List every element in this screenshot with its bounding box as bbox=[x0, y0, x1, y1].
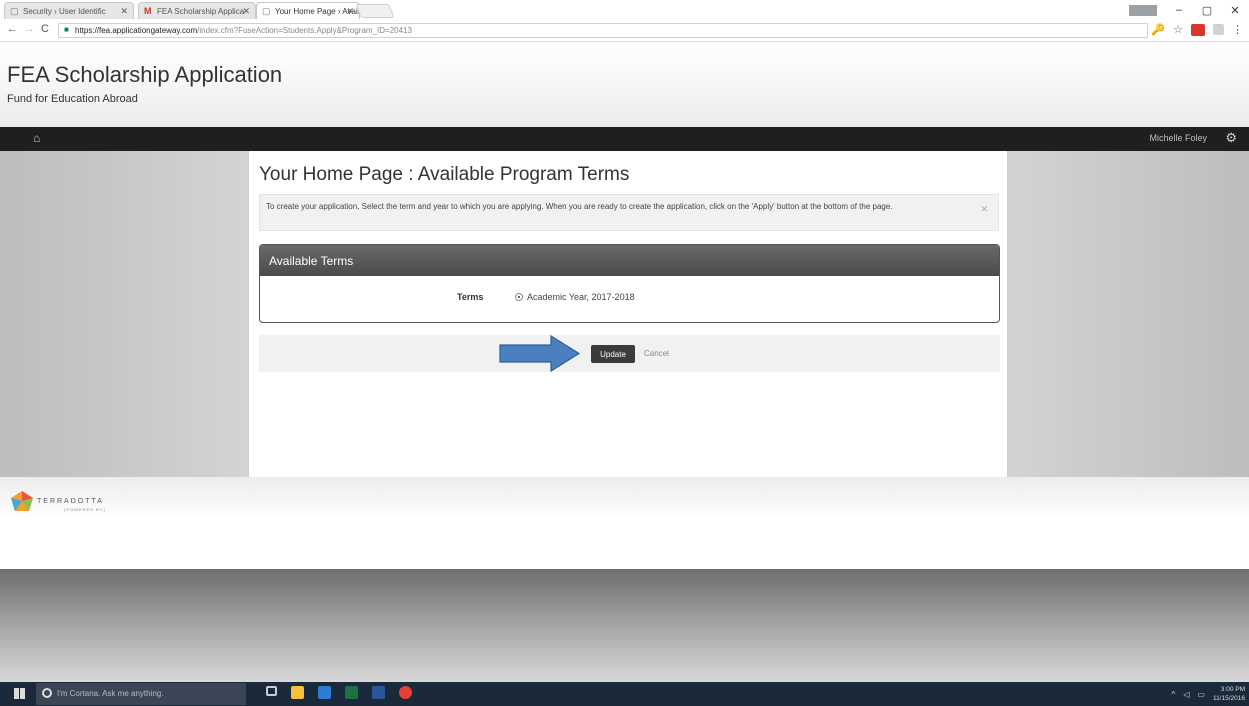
panel-heading: Available Terms bbox=[260, 245, 999, 276]
user-menu[interactable]: Michelle Foley bbox=[1149, 133, 1207, 143]
url-input[interactable]: ■ https://fea.applicationgateway.com/ind… bbox=[58, 23, 1148, 38]
browser-tab-strip: ▢ Security › User Identific ✕ M FEA Scho… bbox=[0, 0, 1249, 20]
windows-start-icon[interactable] bbox=[14, 688, 25, 699]
cancel-link[interactable]: Cancel bbox=[644, 349, 669, 358]
annotation-arrow-icon bbox=[499, 335, 581, 372]
page-icon: ▢ bbox=[262, 6, 271, 16]
logo-text: TERRADOTTA bbox=[37, 498, 104, 505]
back-icon[interactable]: ← bbox=[7, 23, 18, 35]
outlook-icon[interactable] bbox=[318, 686, 331, 699]
available-terms-panel: Available Terms Terms Academic Year, 201… bbox=[259, 244, 1000, 323]
forward-icon[interactable]: → bbox=[24, 23, 35, 35]
alert-text: To create your application, Select the t… bbox=[266, 202, 893, 211]
page-title: Your Home Page : Available Program Terms bbox=[259, 164, 630, 185]
logo-subtext: (POWERED BY) bbox=[64, 507, 106, 512]
close-icon[interactable]: ✕ bbox=[242, 6, 250, 17]
info-alert: To create your application, Select the t… bbox=[259, 194, 999, 231]
site-title: FEA Scholarship Application bbox=[7, 62, 283, 87]
chrome-icon[interactable] bbox=[399, 686, 412, 699]
top-navbar: ⌂ Michelle Foley ⚙ bbox=[0, 127, 1249, 151]
profile-icon[interactable] bbox=[1129, 4, 1157, 16]
taskbar-apps bbox=[266, 686, 412, 699]
close-icon[interactable]: ✕ bbox=[980, 203, 988, 215]
cortana-placeholder: I'm Cortana. Ask me anything. bbox=[57, 689, 164, 698]
term-radio[interactable] bbox=[515, 293, 523, 301]
address-bar: ← → C ■ https://fea.applicationgateway.c… bbox=[0, 20, 1249, 42]
tab-home-page[interactable]: ▢ Your Home Page › Avail ✕ bbox=[256, 2, 360, 19]
close-icon[interactable]: ✕ bbox=[120, 6, 128, 17]
chevron-up-icon[interactable]: ^ bbox=[1171, 690, 1175, 699]
tab-fea-scholarship[interactable]: M FEA Scholarship Applica ✕ bbox=[138, 2, 256, 19]
gmail-icon: M bbox=[144, 6, 152, 16]
maximize-icon[interactable]: ▢ bbox=[1193, 4, 1221, 17]
cortana-search[interactable]: I'm Cortana. Ask me anything. bbox=[36, 683, 246, 705]
file-explorer-icon[interactable] bbox=[291, 686, 304, 699]
extension-area: 🔑 ☆ ⋮ bbox=[1151, 23, 1243, 36]
star-icon[interactable]: ☆ bbox=[1173, 23, 1183, 36]
clock-time: 3:00 PM bbox=[1220, 686, 1245, 693]
word-icon[interactable] bbox=[372, 686, 385, 699]
site-subtitle: Fund for Education Abroad bbox=[7, 93, 138, 105]
lock-icon: ■ bbox=[64, 25, 69, 34]
extension-icon[interactable] bbox=[1191, 23, 1205, 36]
terradotta-logo-icon bbox=[11, 491, 33, 511]
close-icon[interactable]: ✕ bbox=[346, 6, 354, 17]
volume-icon[interactable]: ◁ bbox=[1183, 690, 1189, 699]
reload-icon[interactable]: C bbox=[41, 23, 49, 35]
notification-icon[interactable]: ▭ bbox=[1197, 690, 1205, 699]
page-icon: ▢ bbox=[10, 6, 19, 16]
terms-label: Terms bbox=[457, 292, 484, 302]
clock[interactable]: 3:00 PM 11/15/2016 bbox=[1213, 685, 1245, 703]
term-option-label[interactable]: Academic Year, 2017-2018 bbox=[527, 292, 635, 302]
gear-icon[interactable]: ⚙ bbox=[1225, 130, 1237, 146]
update-button[interactable]: Update bbox=[591, 345, 635, 363]
extension-icon-2[interactable] bbox=[1213, 24, 1224, 35]
site-header: FEA Scholarship Application Fund for Edu… bbox=[0, 43, 1249, 127]
system-tray: ^ ◁ ▭ 3:00 PM 11/15/2016 bbox=[1171, 685, 1245, 703]
tab-label: Security › User Identific bbox=[23, 7, 106, 16]
main-content: Your Home Page : Available Program Terms… bbox=[248, 151, 1008, 477]
minimize-icon[interactable]: – bbox=[1165, 4, 1193, 16]
close-window-icon[interactable]: ✕ bbox=[1221, 4, 1249, 17]
footer: TERRADOTTA (POWERED BY) bbox=[0, 477, 1249, 569]
windows-taskbar: I'm Cortana. Ask me anything. ^ ◁ ▭ 3:00… bbox=[0, 682, 1249, 706]
tab-security[interactable]: ▢ Security › User Identific ✕ bbox=[4, 2, 134, 19]
menu-icon[interactable]: ⋮ bbox=[1232, 23, 1243, 36]
excel-icon[interactable] bbox=[345, 686, 358, 699]
tab-label: FEA Scholarship Applica bbox=[157, 7, 245, 16]
task-view-icon[interactable] bbox=[266, 686, 277, 696]
clock-date: 11/15/2016 bbox=[1212, 695, 1245, 702]
home-icon[interactable]: ⌂ bbox=[33, 131, 40, 145]
key-icon[interactable]: 🔑 bbox=[1151, 23, 1165, 36]
cortana-icon bbox=[42, 688, 52, 698]
window-controls: – ▢ ✕ bbox=[1129, 0, 1249, 20]
action-bar: Update Cancel bbox=[259, 335, 1000, 372]
page-bottom-band bbox=[0, 569, 1249, 682]
url-host: https://fea.applicationgateway.com bbox=[75, 26, 198, 35]
url-path: /index.cfm?FuseAction=Students.Apply&Pro… bbox=[197, 26, 412, 35]
new-tab-button[interactable] bbox=[355, 4, 395, 18]
